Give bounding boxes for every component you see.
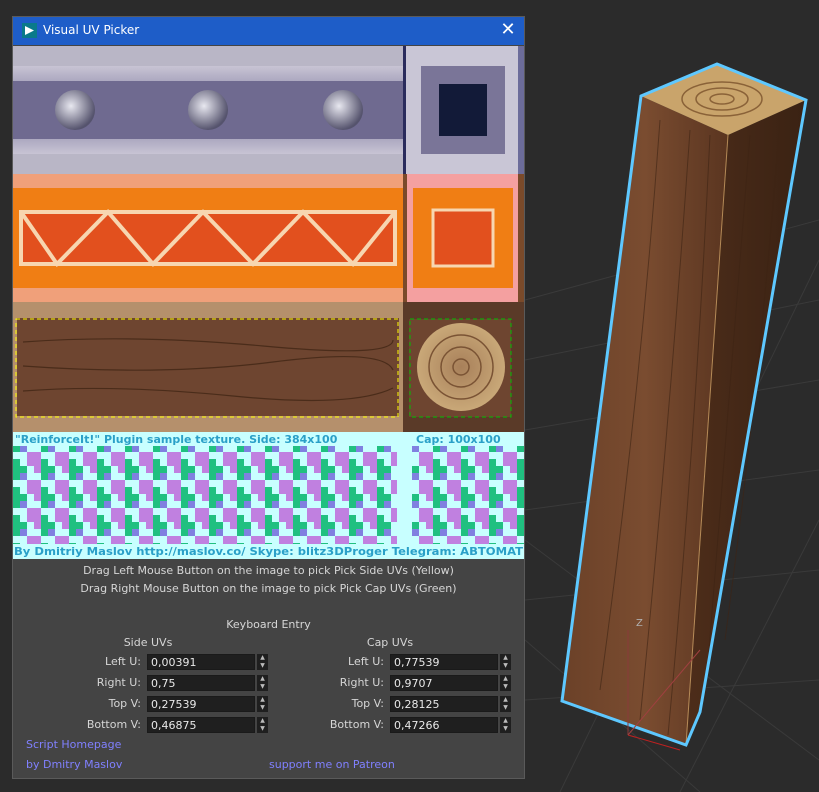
side-bottom-v-spinner[interactable]: ▲▼ [147,717,269,733]
cap-bottom-v-spinner[interactable]: ▲▼ [390,717,512,733]
app-icon [22,23,37,38]
spinner-down-icon[interactable]: ▼ [500,683,511,691]
spinner-down-icon[interactable]: ▼ [500,704,511,712]
orange-strip-texture [13,174,403,302]
visual-uv-picker-dialog: Visual UV Picker ✕ "ReinforceIt!" Plugin… [12,16,525,779]
side-right-u-label: Right U: [96,676,141,689]
cap-left-u-label: Left U: [348,655,384,668]
spinner-down-icon[interactable]: ▼ [257,683,268,691]
spinner-down-icon[interactable]: ▼ [257,725,268,733]
spinner-up-icon[interactable]: ▲ [500,654,511,662]
cap-top-v-spinner[interactable]: ▲▼ [390,696,512,712]
metal-strip-texture [13,46,403,174]
cap-left-u-input[interactable] [390,654,498,670]
metal-cap-texture [403,46,524,174]
side-left-u-spinner[interactable]: ▲▼ [147,654,269,670]
side-top-v-label: Top V: [108,697,141,710]
spinner-down-icon[interactable]: ▼ [257,704,268,712]
side-top-v-input[interactable] [147,696,255,712]
close-button[interactable]: ✕ [496,19,520,43]
texture-author-line: By Dmitriy Maslov http://maslov.co/ Skyp… [14,545,524,558]
cap-right-u-spinner[interactable]: ▲▼ [390,675,512,691]
spinner-up-icon[interactable]: ▲ [257,696,268,704]
instruction-cap: Drag Right Mouse Button on the image to … [80,582,457,595]
cap-checker [412,446,524,544]
cap-right-u-label: Right U: [339,676,384,689]
spinner-down-icon[interactable]: ▼ [500,662,511,670]
spinner-up-icon[interactable]: ▲ [500,717,511,725]
texture-preview[interactable]: "ReinforceIt!" Plugin sample texture. Si… [13,46,524,559]
side-right-u-spinner[interactable]: ▲▼ [147,675,269,691]
wooden-beam[interactable] [560,62,808,747]
orange-cap-texture [403,174,524,302]
window-title: Visual UV Picker [43,23,140,37]
patreon-link[interactable]: support me on Patreon [269,758,395,771]
side-left-u-input[interactable] [147,654,255,670]
spinner-up-icon[interactable]: ▲ [500,696,511,704]
side-top-v-spinner[interactable]: ▲▼ [147,696,269,712]
texture-cap-caption: Cap: 100x100 [416,433,501,446]
texture-caption: "ReinforceIt!" Plugin sample texture. Si… [15,433,338,446]
cap-right-u-input[interactable] [390,675,498,691]
close-icon: ✕ [500,19,516,40]
keyboard-entry-title: Keyboard Entry [226,618,311,631]
spinner-up-icon[interactable]: ▲ [257,654,268,662]
cap-bottom-v-input[interactable] [390,717,498,733]
cap-bottom-v-label: Bottom V: [329,718,384,731]
spinner-up-icon[interactable]: ▲ [500,675,511,683]
side-right-u-input[interactable] [147,675,255,691]
side-left-u-label: Left U: [105,655,141,668]
side-uvs-header: Side UVs [123,636,173,649]
side-checker [13,446,397,544]
spinner-up-icon[interactable]: ▲ [257,675,268,683]
z-axis-label: Z [636,618,643,629]
side-bottom-v-input[interactable] [147,717,255,733]
cap-top-v-label: Top V: [351,697,384,710]
instruction-side: Drag Left Mouse Button on the image to p… [83,564,454,577]
wood-cap-texture [409,318,512,418]
cap-left-u-spinner[interactable]: ▲▼ [390,654,512,670]
spinner-up-icon[interactable]: ▲ [257,717,268,725]
side-bottom-v-label: Bottom V: [86,718,141,731]
title-bar[interactable]: Visual UV Picker ✕ [13,17,524,45]
author-link[interactable]: by Dmitry Maslov [26,758,122,771]
cap-top-v-input[interactable] [390,696,498,712]
script-homepage-link[interactable]: Script Homepage [26,738,121,751]
cap-uvs-header: Cap UVs [366,636,414,649]
spinner-down-icon[interactable]: ▼ [500,725,511,733]
spinner-down-icon[interactable]: ▼ [257,662,268,670]
